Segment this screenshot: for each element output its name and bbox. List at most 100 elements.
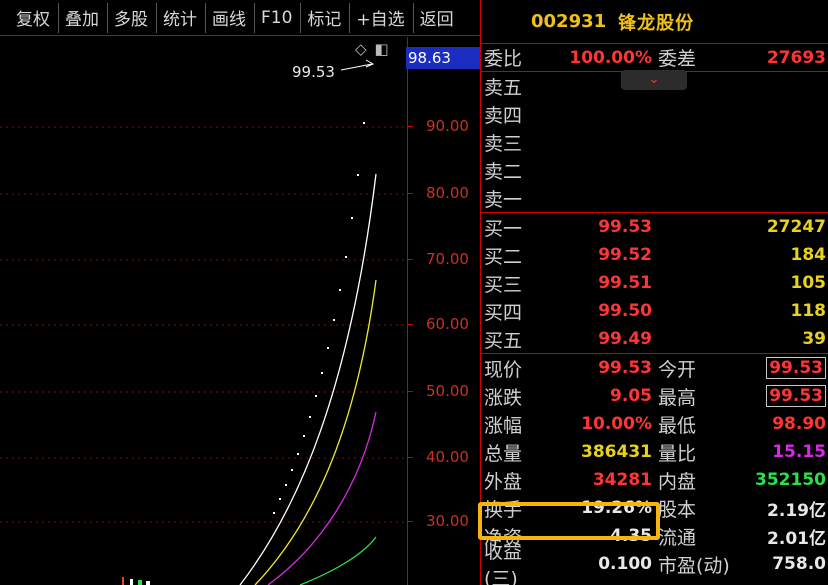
stat-label: 最低 (658, 414, 697, 437)
stat-label: 涨幅 (484, 414, 523, 437)
price-dot (297, 453, 299, 455)
buy-price: 99.49 (598, 329, 652, 349)
stat-value: 758.0 (772, 554, 826, 574)
weibi-value: 100.00% (569, 47, 652, 68)
price-axis: 98.63 90.00 80.00 70.00 60.00 50.00 40.0… (406, 37, 481, 585)
add-watchlist-button[interactable]: +自选 (349, 2, 410, 33)
stat-value: 99.53 (598, 358, 652, 378)
draw-line-button[interactable]: 画线 (205, 2, 252, 33)
axis-tick: 90.00 (408, 117, 469, 135)
price-dot (285, 484, 287, 486)
overlay-button[interactable]: 叠加 (58, 2, 105, 33)
sell-row: 卖三 (481, 128, 828, 156)
stat-value: 386431 (581, 442, 652, 462)
price-dot (309, 416, 311, 418)
price-dot (345, 256, 347, 258)
sell-label: 卖三 (484, 132, 523, 155)
buy-label: 买三 (484, 273, 523, 296)
ma5-line (239, 173, 377, 585)
stat-label: 现价 (484, 358, 523, 381)
stat-value: 99.53 (766, 385, 826, 407)
sell-label: 卖一 (484, 188, 523, 211)
axis-tick: 30.00 (408, 512, 469, 530)
stock-name: 锋龙股份 (618, 12, 695, 34)
buy-price: 99.52 (598, 245, 652, 265)
weicha-label: 委差 (658, 48, 697, 70)
stat-label: 最高 (658, 386, 697, 409)
stock-title: 002931 锋龙股份 (481, 0, 828, 44)
stat-label: 内盘 (658, 470, 697, 493)
fuquan-button[interactable]: 复权 (10, 3, 56, 33)
sell-book: 卖五 卖四 卖三 卖二 卖一 (481, 72, 828, 213)
stat-value: 10.00% (581, 414, 652, 434)
price-dot (279, 498, 281, 500)
chart-canvas: 99.53 (0, 59, 407, 585)
stat-value: 352150 (755, 470, 826, 490)
sell-row: 卖五 (481, 72, 828, 100)
stat-label: 流通 (658, 526, 697, 549)
mark-button[interactable]: 标记 (300, 2, 347, 33)
stat-value: 9.05 (610, 386, 652, 406)
buy-row[interactable]: 买二 99.52 184 (481, 241, 828, 269)
price-dot (363, 122, 365, 124)
turnover-highlight (478, 502, 660, 540)
stat-label: 外盘 (484, 470, 523, 493)
buy-row[interactable]: 买三 99.51 105 (481, 269, 828, 297)
sell-row: 卖二 (481, 156, 828, 184)
last-price-label: 99.53 (292, 63, 335, 81)
stat-label: 涨跌 (484, 386, 523, 409)
candle (122, 577, 124, 585)
stat-row: 涨跌 9.05 最高 99.53 (481, 382, 828, 410)
buy-label: 买二 (484, 245, 523, 268)
buy-price: 99.53 (598, 217, 652, 237)
back-button[interactable]: 返回 (412, 2, 460, 33)
price-dot (333, 319, 335, 321)
f10-button[interactable]: F10 (254, 2, 298, 33)
stat-value: 0.100 (598, 554, 652, 574)
statistics-button[interactable]: 统计 (156, 2, 203, 33)
buy-volume: 118 (790, 301, 827, 321)
current-axis-value: 98.63 (406, 47, 481, 69)
diamond-icon[interactable]: ◇ (355, 40, 367, 58)
sell-label: 卖二 (484, 160, 523, 183)
quote-panel: 002931 锋龙股份 委比 100.00% 委差 27693 ⌄ 卖五 卖四 … (480, 0, 828, 585)
stat-value: 15.15 (772, 442, 826, 462)
sell-label: 卖五 (484, 76, 523, 99)
sell-row: 卖四 (481, 100, 828, 128)
stat-row: 收益(三) 0.100 市盈(动) 758.0 (481, 541, 828, 585)
candle (146, 581, 150, 585)
price-arrow-head (365, 59, 375, 68)
buy-label: 买四 (484, 301, 523, 324)
stat-value: 99.53 (766, 357, 826, 379)
stat-label: 股本 (658, 498, 697, 521)
sell-row: 卖一 (481, 184, 828, 212)
axis-tick: 40.00 (408, 448, 469, 466)
candle (138, 580, 142, 585)
stats-block: 现价 99.53 今开 99.53 涨跌 9.05 最高 99.53 涨幅 10… (481, 354, 828, 585)
axis-tick: 60.00 (408, 315, 469, 333)
kline-chart[interactable]: 99.53 ◇ ◧ (0, 37, 407, 585)
axis-tick: 70.00 (408, 250, 469, 268)
buy-row[interactable]: 买五 99.49 39 (481, 325, 828, 353)
stat-row: 涨幅 10.00% 最低 98.90 (481, 410, 828, 438)
stat-label: 今开 (658, 358, 697, 381)
buy-row[interactable]: 买一 99.53 27247 (481, 213, 828, 241)
price-dot (357, 174, 359, 176)
sell-label: 卖四 (484, 104, 523, 127)
weibi-row: 委比 100.00% 委差 27693 (481, 44, 828, 72)
price-dot (327, 347, 329, 349)
buy-row[interactable]: 买四 99.50 118 (481, 297, 828, 325)
chart-toolbar: 复权 叠加 多股 统计 画线 F10 标记 +自选 返回 (0, 0, 480, 36)
buy-label: 买一 (484, 217, 523, 240)
weibi-label: 委比 (484, 48, 523, 70)
buy-price: 99.50 (598, 301, 652, 321)
panel-toggle-icon[interactable]: ◧ (375, 40, 389, 58)
axis-tick: 80.00 (408, 184, 469, 202)
multi-stock-button[interactable]: 多股 (107, 2, 154, 33)
price-dot (321, 372, 323, 374)
stat-label: 量比 (658, 442, 697, 465)
price-dot (351, 217, 353, 219)
stat-row: 总量 386431 量比 15.15 (481, 438, 828, 466)
stat-row: 现价 99.53 今开 99.53 (481, 354, 828, 382)
stock-code: 002931 (531, 11, 607, 32)
